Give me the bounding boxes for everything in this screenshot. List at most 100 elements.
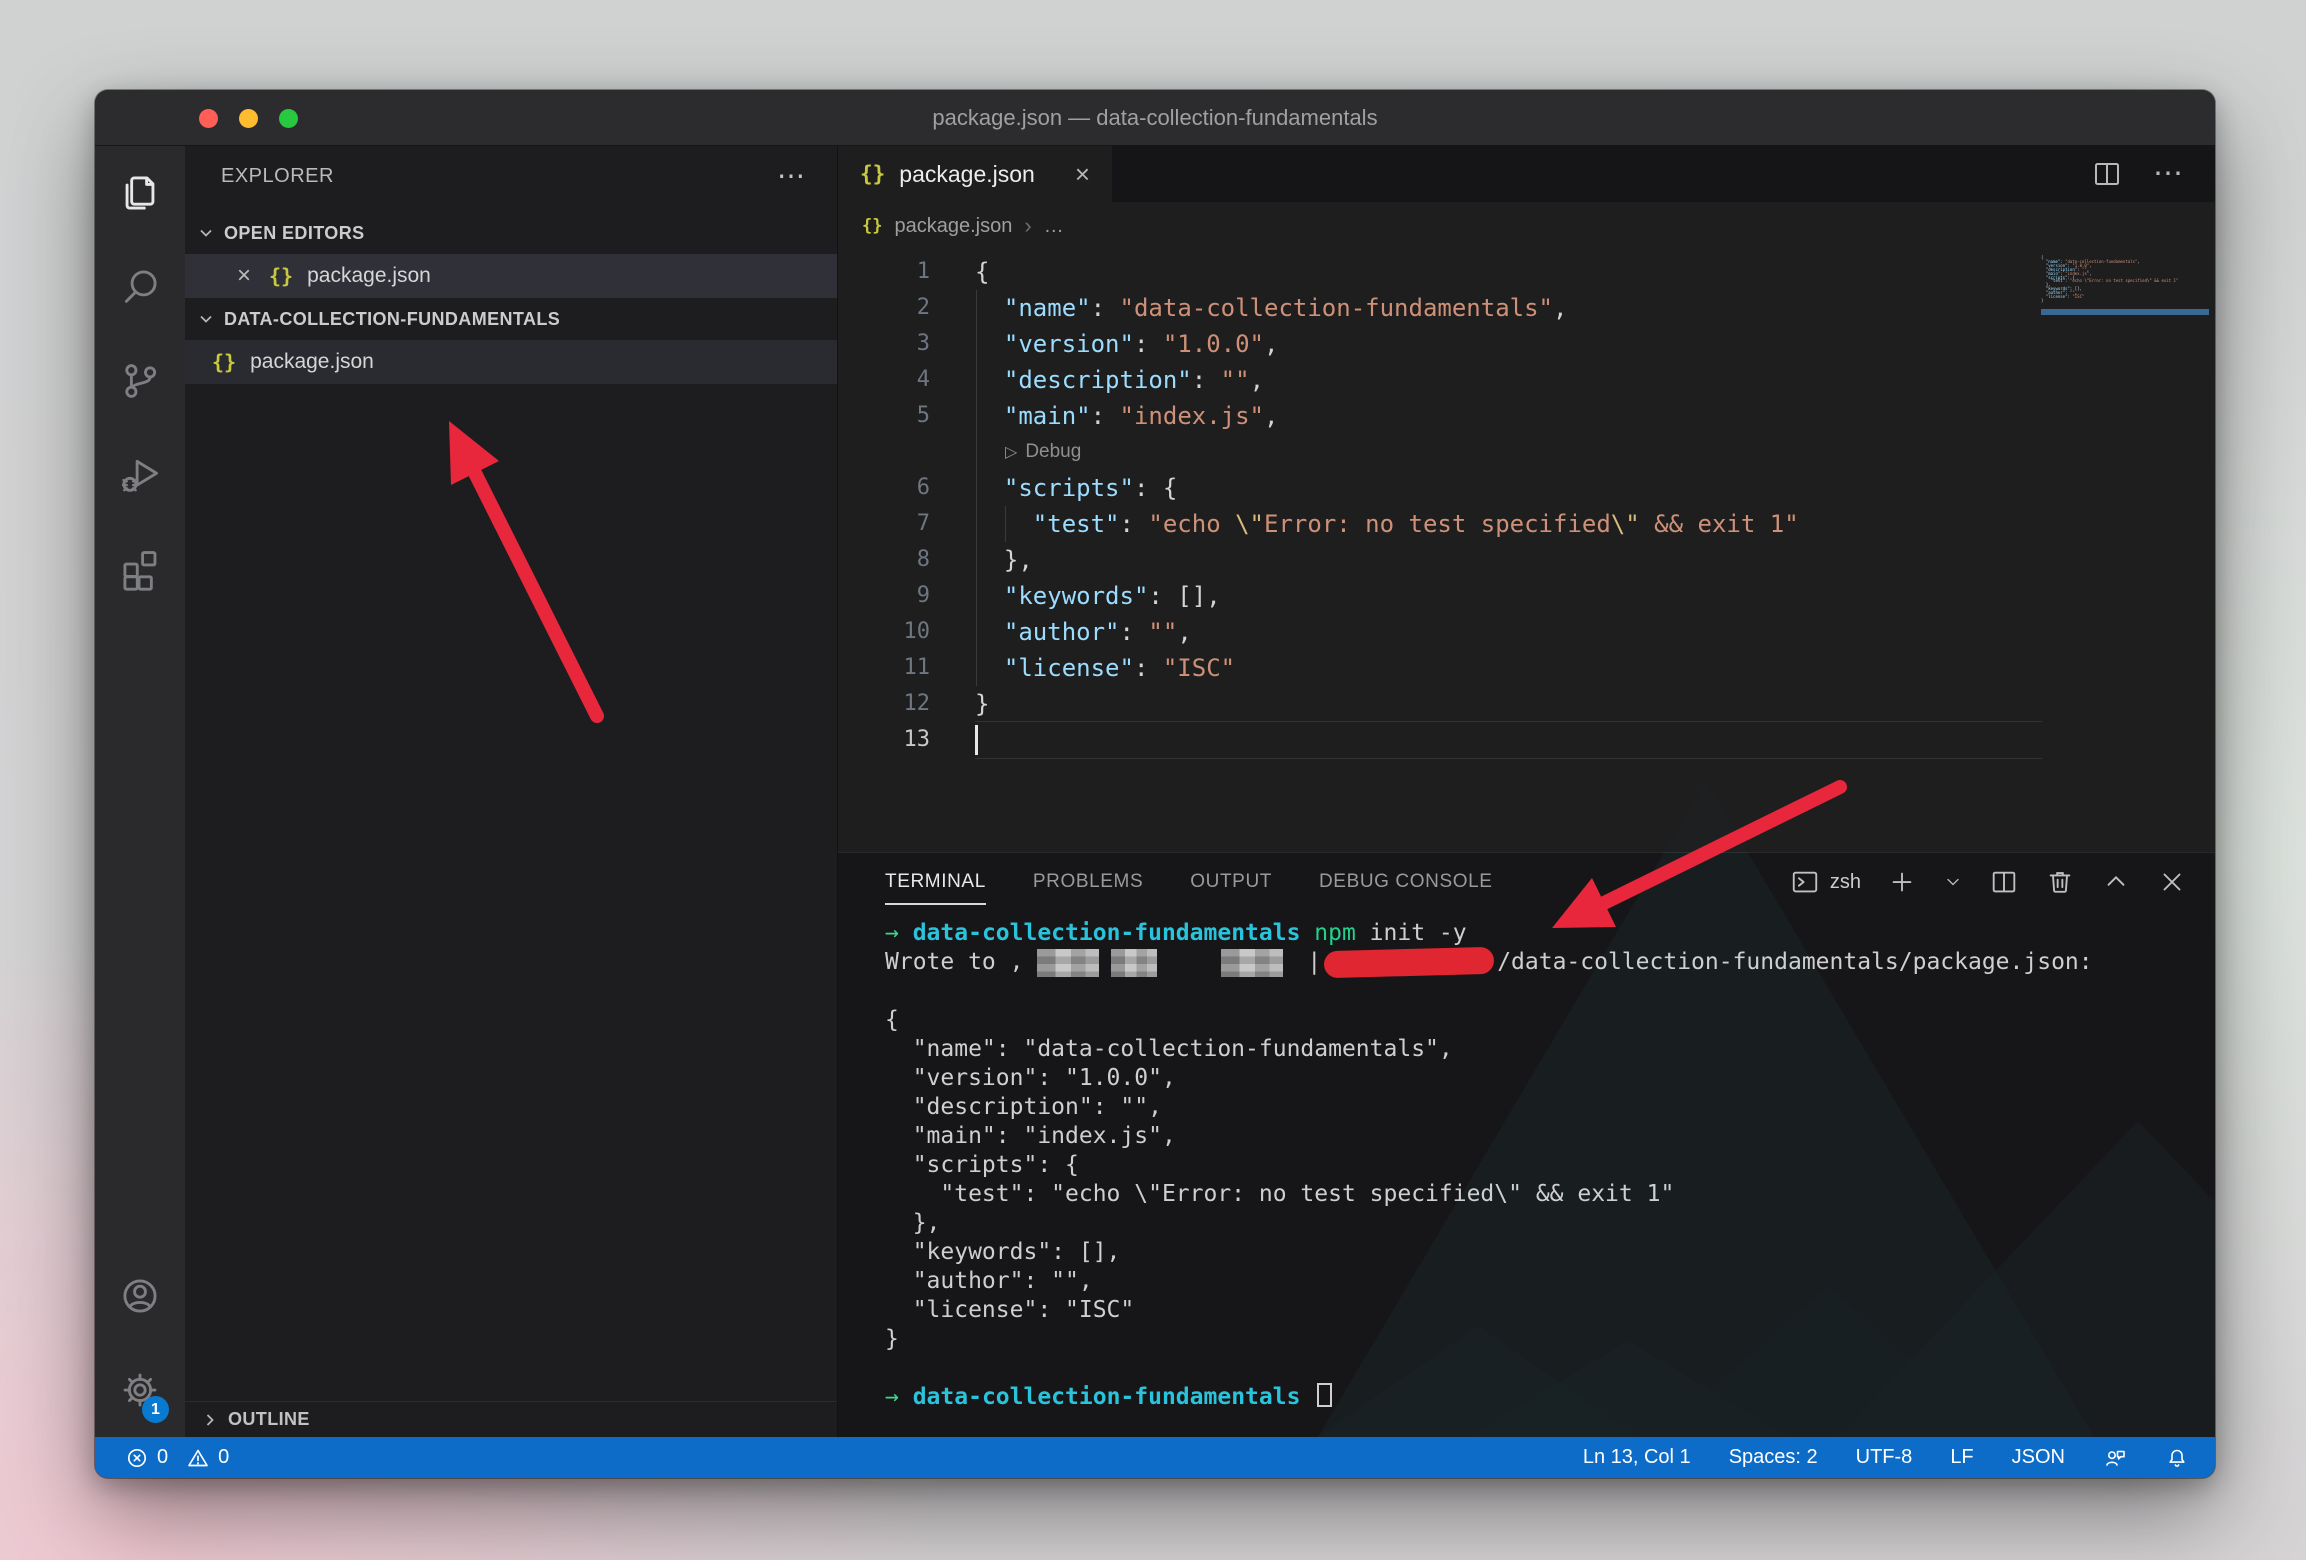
code-token: ,: [1264, 402, 1278, 430]
code-token: ,: [1553, 294, 1567, 322]
code-token: "main": [1004, 402, 1091, 430]
code-text: "main": "index.js",: [975, 398, 1278, 434]
breadcrumb[interactable]: {} package.json › …: [838, 202, 2215, 250]
close-window-button[interactable]: [199, 109, 218, 128]
open-editors-section-header[interactable]: OPEN EDITORS: [185, 212, 837, 254]
editor-tab-bar: {} package.json × ⋯: [838, 146, 2215, 202]
activity-accounts[interactable]: [95, 1249, 185, 1343]
codelens-debug[interactable]: ▷Debug: [838, 434, 2215, 470]
status-bar: 0 0 Ln 13, Col 1 Spaces: 2 UTF-8 LF JSON: [95, 1437, 2215, 1478]
code-token: [975, 294, 1004, 322]
close-panel-icon[interactable]: [2157, 867, 2187, 897]
editor-code-area[interactable]: 1{2 "name": "data-collection-fundamental…: [838, 250, 2215, 852]
activity-search[interactable]: [95, 240, 185, 334]
line-number: 8: [838, 542, 930, 578]
terminal-line: "keywords": [],: [885, 1238, 2215, 1267]
close-tab-icon[interactable]: ×: [1075, 159, 1090, 190]
chevron-down-icon: [197, 224, 215, 242]
status-item-lf[interactable]: LF: [1950, 1446, 1973, 1469]
workspace-section-header[interactable]: DATA-COLLECTION-FUNDAMENTALS: [185, 298, 837, 340]
editor-more-actions-icon[interactable]: ⋯: [2153, 169, 2185, 179]
split-terminal-icon[interactable]: [1989, 867, 2019, 897]
split-editor-icon[interactable]: [2091, 158, 2123, 190]
chevron-right-icon: [201, 1411, 219, 1429]
terminal-token: data-collection-fundamentals: [913, 1384, 1315, 1410]
source-control-icon: [117, 358, 163, 404]
activity-settings[interactable]: 1: [95, 1343, 185, 1437]
chevron-down-icon: [197, 310, 215, 328]
minimap[interactable]: { "name": "data-collection-fundamentals"…: [2041, 256, 2209, 315]
terminal-line: "name": "data-collection-fundamentals",: [885, 1035, 2215, 1064]
terminal-shell-selector[interactable]: zsh: [1790, 867, 1861, 897]
error-icon: [125, 1446, 149, 1470]
tab-package-json[interactable]: {} package.json ×: [838, 146, 1112, 202]
files-icon: [117, 170, 163, 216]
terminal-line: "license": "ISC": [885, 1296, 2215, 1325]
status-item-utf-8[interactable]: UTF-8: [1856, 1446, 1913, 1469]
explorer-more-actions-icon[interactable]: ⋯: [777, 166, 807, 186]
feedback-icon[interactable]: [2103, 1446, 2127, 1470]
line-number: 7: [838, 506, 930, 542]
code-line: 5 "main": "index.js",: [838, 398, 2215, 434]
close-editor-icon[interactable]: ×: [237, 262, 251, 290]
new-terminal-icon[interactable]: [1887, 867, 1917, 897]
minimap-token: ,: [2137, 259, 2139, 264]
json-file-icon: {}: [860, 162, 885, 186]
breadcrumb-file[interactable]: package.json: [894, 215, 1012, 238]
activity-extensions[interactable]: [95, 522, 185, 616]
line-number: 5: [838, 398, 930, 434]
play-icon: ▷: [1005, 442, 1017, 462]
zoom-window-button[interactable]: [279, 109, 298, 128]
outline-section-header[interactable]: OUTLINE: [185, 1401, 837, 1437]
panel-header: TERMINAL PROBLEMS OUTPUT DEBUG CONSOLE zsh: [838, 853, 2215, 911]
status-item-spaces-2[interactable]: Spaces: 2: [1729, 1446, 1818, 1469]
titlebar[interactable]: package.json — data-collection-fundament…: [95, 90, 2215, 146]
indent-guide: [1005, 506, 1006, 542]
code-token: {: [975, 258, 989, 286]
terminal-token: npm: [1314, 920, 1356, 946]
extensions-icon: [117, 546, 163, 592]
redaction-gap: [1099, 962, 1111, 963]
status-item-json[interactable]: JSON: [2012, 1446, 2065, 1469]
code-line: 8 },: [838, 542, 2215, 578]
panel-tab-terminal[interactable]: TERMINAL: [885, 853, 986, 911]
panel-tab-output[interactable]: OUTPUT: [1190, 853, 1272, 911]
panel-tab-debug-console[interactable]: DEBUG CONSOLE: [1319, 853, 1493, 911]
terminal-prompt: → data-collection-fundamentals: [885, 1383, 2215, 1412]
code-token: :: [1120, 510, 1149, 538]
code-text: "keywords": [],: [975, 578, 1221, 614]
activity-run-debug[interactable]: [95, 428, 185, 522]
chevron-down-icon[interactable]: [1943, 872, 1963, 892]
panel-tab-problems[interactable]: PROBLEMS: [1033, 853, 1143, 911]
maximize-panel-chevron-up-icon[interactable]: [2101, 867, 2131, 897]
activity-bar: 1: [95, 146, 185, 1437]
editor-group: {} package.json × ⋯ {} package.json › …: [838, 146, 2215, 1437]
activity-source-control[interactable]: [95, 334, 185, 428]
redaction-gap: [1283, 962, 1307, 963]
code-token: "name": [1004, 294, 1091, 322]
status-item-ln-13-col-1[interactable]: Ln 13, Col 1: [1583, 1446, 1691, 1469]
line-number: 2: [838, 290, 930, 326]
code-line: 13: [838, 722, 2215, 758]
minimize-window-button[interactable]: [239, 109, 258, 128]
code-token: [975, 582, 1004, 610]
line-number: 12: [838, 686, 930, 722]
terminal-content[interactable]: → data-collection-fundamentals npm init …: [838, 911, 2215, 1437]
problems-status[interactable]: 0 0: [125, 1446, 229, 1470]
code-token: "": [1148, 618, 1177, 646]
search-icon: [117, 264, 163, 310]
kill-terminal-trash-icon[interactable]: [2045, 867, 2075, 897]
code-token: :: [1091, 402, 1120, 430]
minimap-current-line: [2041, 309, 2209, 315]
notifications-bell-icon[interactable]: [2165, 1446, 2189, 1470]
traffic-lights: [199, 90, 298, 146]
code-token: [975, 330, 1004, 358]
code-token: && exit 1": [1640, 510, 1799, 538]
terminal-line: },: [885, 1209, 2215, 1238]
activity-explorer[interactable]: [95, 146, 185, 240]
file-item-package-json[interactable]: {} package.json: [185, 340, 837, 384]
open-editor-item-package-json[interactable]: × {} package.json: [185, 254, 837, 298]
breadcrumb-ellipsis[interactable]: …: [1044, 215, 1064, 238]
code-token: [975, 366, 1004, 394]
terminal-token: /data-collection-fundamentals/package.js…: [1497, 948, 2092, 977]
